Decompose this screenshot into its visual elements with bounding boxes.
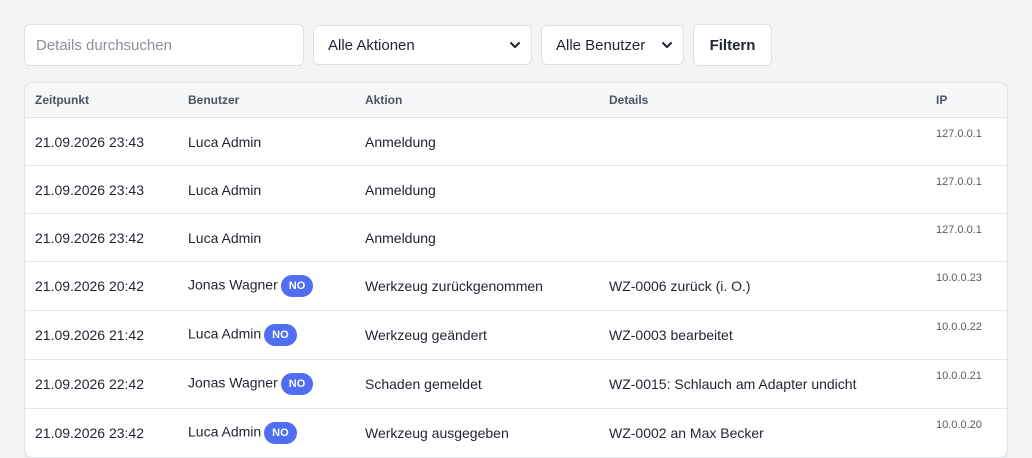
column-header-time: Zeitpunkt — [25, 83, 178, 118]
user-select-value: Alle Benutzer — [556, 36, 646, 54]
search-input[interactable] — [24, 24, 304, 66]
cell-time: 21.09.2026 22:42 — [25, 359, 178, 409]
chevron-down-icon — [661, 39, 673, 51]
table-row: 21.09.2026 23:42 Luca Admin NO Werkzeug a… — [25, 409, 1007, 458]
cell-user: Luca Admin — [178, 117, 355, 166]
cell-ip: 127.0.0.1 — [926, 213, 1007, 262]
cell-ip: 10.0.0.23 — [926, 261, 1007, 311]
table-row: 21.09.2026 21:42 Luca Admin NO Werkzeug g… — [25, 310, 1007, 360]
cell-action: Werkzeug geändert — [355, 310, 599, 360]
cell-time: 21.09.2026 20:42 — [25, 261, 178, 311]
cell-user: Jonas Wagner NO — [178, 359, 355, 409]
cell-ip: 10.0.0.22 — [926, 310, 1007, 360]
user-name: Jonas Wagner — [188, 374, 278, 391]
action-select-value: Alle Aktionen — [328, 36, 415, 54]
cell-details: WZ-0006 zurück (i. O.) — [599, 261, 926, 311]
cell-time: 21.09.2026 23:43 — [25, 165, 178, 214]
cell-details: WZ-0003 bearbeitet — [599, 310, 926, 360]
cell-details: WZ-0002 an Max Becker — [609, 425, 764, 441]
cell-user: Luca Admin NO — [178, 310, 355, 360]
cell-ip: 127.0.0.1 — [926, 165, 1007, 214]
column-header-user: Benutzer — [178, 83, 355, 118]
user-name: Luca Admin — [188, 181, 262, 198]
user-badge: NO — [264, 422, 297, 444]
cell-user: Luca Admin — [178, 165, 355, 214]
cell-time: 21.09.2026 21:42 — [25, 310, 178, 360]
cell-time: 21.09.2026 23:43 — [25, 117, 178, 166]
table-row: 21.09.2026 20:42 Jonas Wagner NO Werkzeug… — [25, 261, 1007, 311]
cell-action: Anmeldung — [355, 213, 599, 262]
table-row: 21.09.2026 22:42 Jonas Wagner NO Schaden … — [25, 359, 1007, 409]
cell-ip: 10.0.0.21 — [926, 359, 1007, 409]
cell-details — [599, 165, 926, 214]
table-row: 21.09.2026 23:42 Luca Admin Anmeldung 12… — [25, 213, 1007, 262]
user-badge: NO — [280, 373, 314, 395]
table-header-row: Zeitpunkt Benutzer Aktion Details IP — [25, 83, 1007, 118]
user-name: Luca Admin — [188, 229, 262, 246]
cell-time: 21.09.2026 23:42 — [25, 213, 178, 262]
cell-action: Werkzeug zurückgenommen — [355, 261, 599, 311]
cell-action: Anmeldung — [355, 117, 599, 166]
cell-user: Jonas Wagner NO — [178, 261, 355, 311]
column-header-action: Aktion — [355, 83, 599, 118]
cell-user: Luca Admin — [178, 213, 355, 262]
cell-ip: 10.0.0.20 — [936, 419, 982, 431]
table-row: 21.09.2026 23:43 Luca Admin Anmeldung 12… — [25, 165, 1007, 214]
cell-details: WZ-0015: Schlauch am Adapter undicht — [599, 359, 926, 409]
action-select[interactable]: Alle Aktionen — [313, 25, 532, 65]
filter-bar: Alle Aktionen Alle Benutzer Filtern — [24, 24, 772, 66]
user-name: Luca Admin — [188, 423, 262, 440]
filter-button[interactable]: Filtern — [693, 24, 772, 66]
column-header-ip: IP — [926, 83, 1007, 118]
user-name: Luca Admin — [188, 133, 262, 150]
column-header-details: Details — [599, 83, 926, 118]
cell-time: 21.09.2026 23:42 — [35, 425, 144, 441]
chevron-down-icon — [509, 39, 521, 51]
user-select[interactable]: Alle Benutzer — [541, 25, 684, 65]
cell-details — [599, 213, 926, 262]
audit-log-table: Zeitpunkt Benutzer Aktion Details IP 21.… — [24, 82, 1008, 458]
cell-action: Anmeldung — [355, 165, 599, 214]
cell-user: Luca Admin NO — [178, 409, 355, 458]
user-name: Luca Admin — [188, 325, 262, 342]
user-badge: NO — [280, 275, 314, 297]
cell-details — [599, 117, 926, 166]
cell-ip: 127.0.0.1 — [926, 117, 1007, 166]
user-badge: NO — [264, 324, 297, 346]
cell-action: Schaden gemeldet — [355, 359, 599, 409]
user-name: Jonas Wagner — [188, 276, 278, 293]
table-row: 21.09.2026 23:43 Luca Admin Anmeldung 12… — [25, 117, 1007, 166]
cell-action: Werkzeug ausgegeben — [365, 425, 509, 441]
